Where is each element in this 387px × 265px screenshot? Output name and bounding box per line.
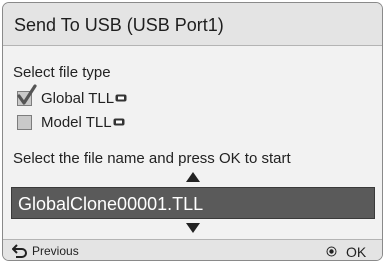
instruction-text: Select the file name and press OK to sta… <box>13 150 291 167</box>
global-tll-label: Global TLL <box>41 90 127 107</box>
file-type-label: Select file type <box>13 64 111 81</box>
ok-dot-icon <box>326 246 337 257</box>
dialog-title-bar: Send To USB (USB Port1) <box>3 3 382 46</box>
ok-button[interactable]: OK <box>326 242 374 260</box>
model-tll-label: Model TLL <box>41 114 125 131</box>
model-tll-checkbox[interactable] <box>17 115 32 130</box>
checkmark-icon <box>17 84 37 105</box>
arrow-up-icon[interactable] <box>185 171 201 183</box>
usb-icon <box>115 94 127 102</box>
ok-label: OK <box>346 244 367 260</box>
send-to-usb-dialog: Send To USB (USB Port1) Select file type… <box>2 2 383 261</box>
filename-value: GlobalClone00001.TLL <box>18 194 204 214</box>
usb-icon <box>113 118 125 126</box>
previous-label: Previous <box>32 244 79 258</box>
filename-field[interactable]: GlobalClone00001.TLL <box>11 187 375 219</box>
arrow-down-icon[interactable] <box>185 222 201 234</box>
dialog-title: Send To USB (USB Port1) <box>14 15 224 35</box>
dialog-footer: Previous OK <box>3 239 382 260</box>
return-arrow-icon <box>12 244 27 258</box>
